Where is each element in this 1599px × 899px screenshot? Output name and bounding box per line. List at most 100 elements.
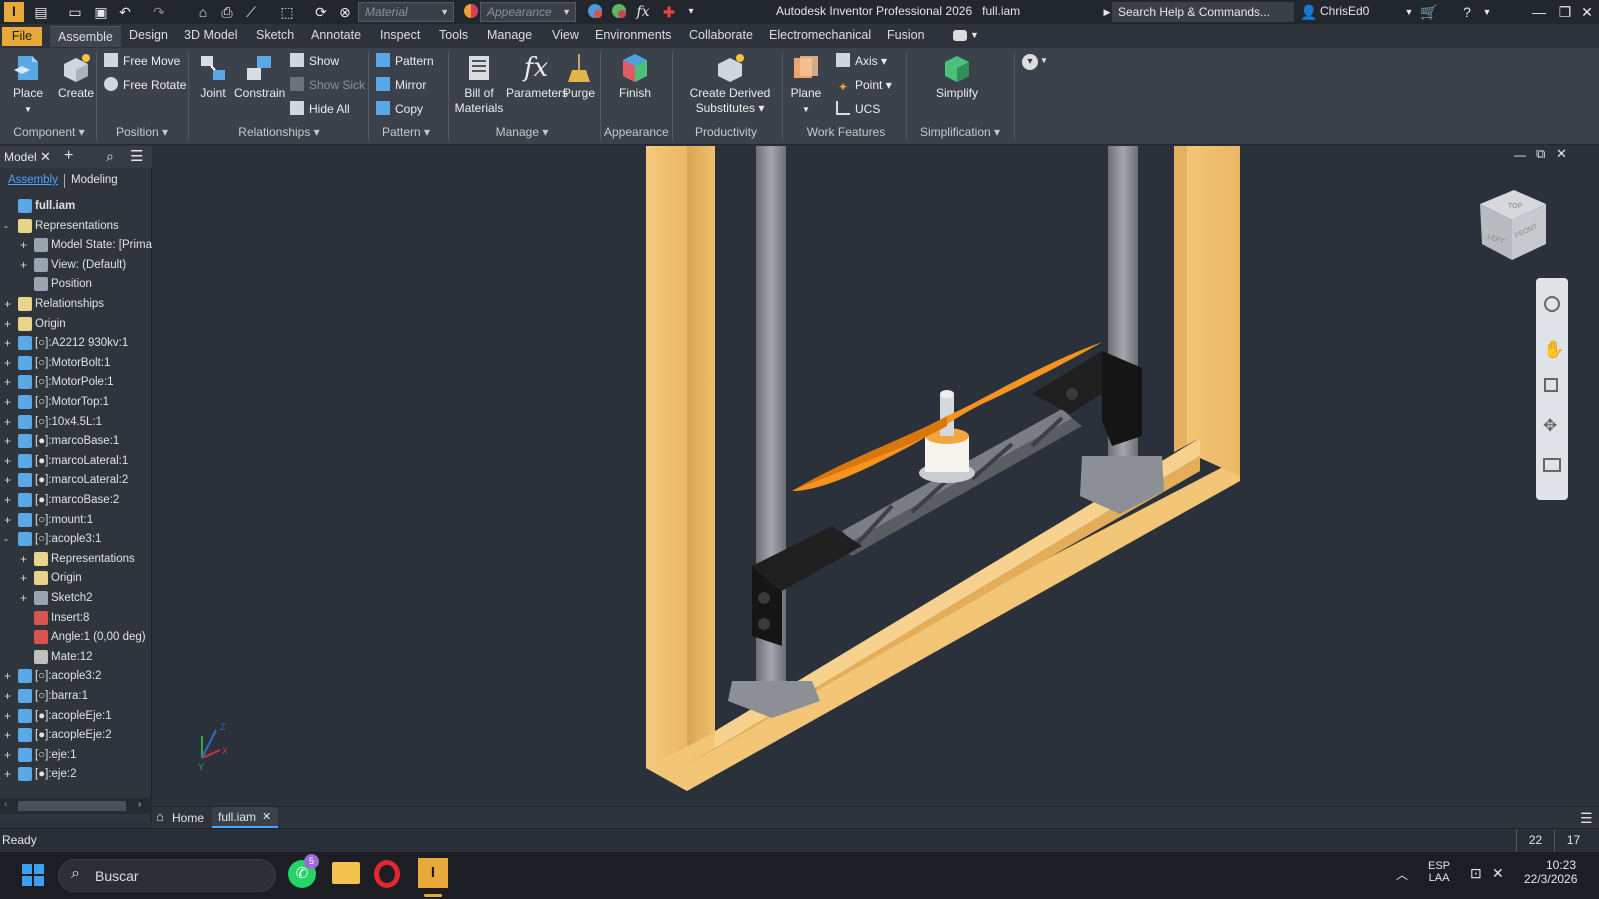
add-browser-icon[interactable]: + xyxy=(64,147,73,165)
expand-icon[interactable]: + xyxy=(4,435,12,447)
collapse-icon[interactable]: - xyxy=(4,533,12,545)
tab-environments[interactable]: Environments xyxy=(595,28,671,42)
tab-design[interactable]: Design xyxy=(129,28,168,42)
tab-electromechanical[interactable]: Electromechanical xyxy=(769,28,871,42)
bill-of-materials-button[interactable]: Bill of Materials xyxy=(452,52,506,116)
expand-icon[interactable]: + xyxy=(4,690,12,702)
viewport-maximize-icon[interactable]: ⧉ xyxy=(1536,146,1545,162)
expand-icon[interactable]: + xyxy=(20,592,28,604)
tab-model[interactable]: Model xyxy=(4,150,37,164)
group-component[interactable]: Component ▾ xyxy=(6,125,92,139)
expand-icon[interactable]: + xyxy=(4,376,12,388)
fx-parameters-icon[interactable]: fx xyxy=(634,3,652,21)
file-explorer-icon[interactable] xyxy=(332,862,360,884)
viewport-close-icon[interactable]: ✕ xyxy=(1556,146,1567,162)
cart-icon[interactable]: 🛒 xyxy=(1420,3,1438,21)
close-window-icon[interactable]: ✕ xyxy=(1578,3,1596,21)
expand-icon[interactable]: + xyxy=(4,749,12,761)
expand-icon[interactable]: + xyxy=(4,416,12,428)
viewcube[interactable]: TOP LEFT FRONT xyxy=(1480,190,1546,260)
system-tray-chevron-icon[interactable]: ︿ xyxy=(1396,866,1408,883)
purge-button[interactable]: Purge xyxy=(562,52,596,101)
group-appearance[interactable]: Appearance xyxy=(604,125,669,139)
home-icon[interactable]: ⌂ xyxy=(194,3,212,21)
expand-icon[interactable]: + xyxy=(4,455,12,467)
select-icon[interactable]: ⬚ xyxy=(278,3,296,21)
redo-icon[interactable]: ↷ xyxy=(150,3,168,21)
network-icon[interactable]: ⊡ xyxy=(1470,865,1482,882)
inventor-logo-icon[interactable]: I xyxy=(4,2,24,22)
customize-quickaccess-icon[interactable]: ▾ xyxy=(682,3,700,21)
finish-button[interactable]: Finish xyxy=(612,52,658,101)
expand-icon[interactable]: + xyxy=(20,572,28,584)
scroll-left-icon[interactable]: ‹ xyxy=(4,799,7,810)
create-component-button[interactable]: Create xyxy=(54,52,98,101)
group-relationships[interactable]: Relationships ▾ xyxy=(194,125,364,139)
create-derived-substitutes-button[interactable]: Create Derived Substitutes ▾ xyxy=(680,52,780,116)
clock[interactable]: 10:23 22/3/2026 xyxy=(1524,858,1577,886)
ribbon-display-dropdown-icon[interactable]: ▼ xyxy=(970,30,979,40)
volume-muted-icon[interactable]: ✕ xyxy=(1492,865,1504,882)
look-at-icon[interactable] xyxy=(1543,458,1561,472)
expand-icon[interactable]: + xyxy=(4,357,12,369)
viewcube-top-label[interactable]: TOP xyxy=(1508,203,1523,210)
pan-hand-icon[interactable]: ✋ xyxy=(1543,340,1564,360)
search-icon[interactable]: ⌕ xyxy=(106,148,114,165)
tab-fusion[interactable]: Fusion xyxy=(887,28,925,42)
free-rotate-button[interactable]: Free Rotate xyxy=(104,76,186,94)
tab-inspect[interactable]: Inspect xyxy=(380,28,420,42)
help-icon[interactable]: ? xyxy=(1458,3,1476,21)
language-indicator[interactable]: ESP LAA xyxy=(1428,860,1450,884)
orbit-icon[interactable]: ✥ xyxy=(1543,416,1557,436)
expand-icon[interactable]: + xyxy=(20,259,28,271)
user-dropdown-icon[interactable]: ▼ xyxy=(1400,3,1418,21)
expand-icon[interactable]: + xyxy=(4,729,12,741)
panel-options-icon[interactable]: ▾ xyxy=(1022,54,1038,70)
axis-button[interactable]: Axis ▾ xyxy=(836,52,887,70)
expand-icon[interactable]: + xyxy=(4,768,12,780)
update-icon[interactable]: ⟳ xyxy=(312,3,330,21)
menu-icon[interactable]: ☰ xyxy=(130,147,143,165)
zoom-icon[interactable] xyxy=(1544,378,1558,392)
tab-menu-icon[interactable]: ☰ xyxy=(1580,810,1593,827)
scrollbar-thumb[interactable] xyxy=(18,801,126,811)
expand-icon[interactable]: + xyxy=(4,396,12,408)
group-simplification[interactable]: Simplification ▾ xyxy=(908,125,1012,139)
free-move-button[interactable]: Free Move xyxy=(104,52,180,70)
expand-icon[interactable]: + xyxy=(4,298,12,310)
home-tab-icon[interactable]: ⌂ xyxy=(156,809,164,824)
tab-annotate[interactable]: Annotate xyxy=(311,28,361,42)
restore-window-icon[interactable]: ❐ xyxy=(1556,3,1574,21)
plane-button[interactable]: Plane ▼ xyxy=(786,52,826,117)
pattern-button[interactable]: Pattern xyxy=(376,52,434,70)
taskbar-search[interactable]: ⌕ Buscar xyxy=(58,859,276,892)
open-folder-icon[interactable]: ▭ xyxy=(66,3,84,21)
scroll-right-icon[interactable]: › xyxy=(138,799,141,810)
graphics-viewport[interactable]: TOP LEFT FRONT X Y Z — ⧉ ✕ ✋ ✥ xyxy=(152,146,1599,806)
collapse-icon[interactable]: - xyxy=(4,220,12,232)
expand-icon[interactable]: + xyxy=(4,337,12,349)
close-circle-icon[interactable]: ⊗ xyxy=(336,3,354,21)
group-manage[interactable]: Manage ▾ xyxy=(452,125,592,139)
inventor-taskbar-icon[interactable]: I xyxy=(418,858,448,888)
appearance-dropdown[interactable]: Appearance ▼ xyxy=(480,2,576,22)
group-productivity[interactable]: Productivity xyxy=(676,125,776,139)
minimize-window-icon[interactable]: — xyxy=(1530,3,1548,21)
place-button[interactable]: Place ▼ xyxy=(6,52,50,117)
material-dropdown[interactable]: Material ▼ xyxy=(358,2,454,22)
browser-scrollbar[interactable]: ‹ › xyxy=(0,798,152,814)
parameters-button[interactable]: fx Parameters xyxy=(506,52,568,101)
tab-view[interactable]: View xyxy=(552,28,579,42)
measure-icon[interactable]: ⟋ xyxy=(242,3,260,21)
simplify-button[interactable]: Simplify xyxy=(930,52,984,101)
close-tab-icon[interactable]: ✕ xyxy=(262,810,271,823)
hide-all-button[interactable]: Hide All xyxy=(290,100,350,118)
home-tab[interactable]: Home xyxy=(172,811,204,825)
expand-icon[interactable]: + xyxy=(20,239,28,251)
expand-icon[interactable]: + xyxy=(20,553,28,565)
point-button[interactable]: ✦ Point ▾ xyxy=(836,76,892,94)
adjust-appearance-icon[interactable] xyxy=(610,3,628,21)
tab-sketch[interactable]: Sketch xyxy=(256,28,294,42)
show-button[interactable]: Show xyxy=(290,52,339,70)
user-name[interactable]: ChrisEd0 xyxy=(1320,4,1369,18)
